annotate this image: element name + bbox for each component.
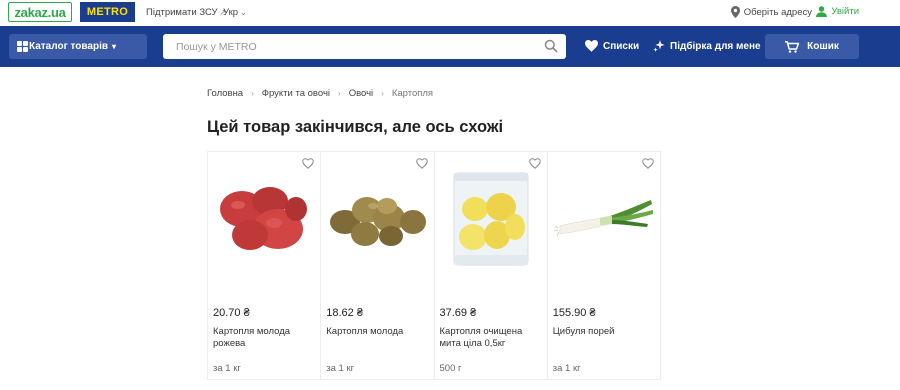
login-link[interactable]: Увійти xyxy=(816,6,859,17)
chevron-right-icon: › xyxy=(338,89,341,98)
favorite-heart-icon[interactable] xyxy=(415,158,428,169)
support-link[interactable]: Підтримати ЗСУ ↗ xyxy=(146,7,226,18)
product-card[interactable]: 37.69 ₴ Картопля очищена мита ціла 0,5кг… xyxy=(435,152,548,379)
lists-label: Списки xyxy=(603,40,640,52)
product-price: 18.62 ₴ xyxy=(326,307,363,319)
product-image-red-potatoes[interactable] xyxy=(208,170,320,268)
catalog-label: Каталог товарів xyxy=(29,41,109,52)
cart-button[interactable]: Кошик xyxy=(765,34,859,59)
metro-logo-text: METRO xyxy=(86,6,129,18)
cart-icon xyxy=(785,40,800,53)
support-link-label: Підтримати ЗСУ xyxy=(146,7,218,18)
grid-icon xyxy=(17,41,28,52)
heart-icon xyxy=(585,40,598,52)
product-name[interactable]: Цибуля порей xyxy=(553,326,653,338)
product-unit: 500 г xyxy=(439,363,462,374)
product-image-young-potatoes[interactable] xyxy=(321,170,433,268)
main-nav-bar: Каталог товарів ▾ Списки Підбірка для ме… xyxy=(0,26,900,67)
metro-logo[interactable]: METRO xyxy=(80,2,135,22)
address-label: Оберіть адресу xyxy=(743,6,812,18)
chevron-down-icon: ⌄ xyxy=(240,8,247,17)
catalog-button[interactable]: Каталог товарів ▾ xyxy=(9,34,147,59)
product-unit: за 1 кг xyxy=(326,363,355,374)
picks-for-me-link[interactable]: Підбірка для мене xyxy=(653,40,761,52)
product-name[interactable]: Картопля молода рожева xyxy=(213,326,313,350)
chevron-down-icon: ▾ xyxy=(112,42,117,51)
product-unit: за 1 кг xyxy=(552,363,581,374)
breadcrumb-vegetables[interactable]: Овочі xyxy=(349,88,373,99)
user-icon xyxy=(816,6,828,17)
product-card[interactable]: 18.62 ₴ Картопля молода за 1 кг xyxy=(321,152,435,379)
breadcrumb: Головна › Фрукти та овочі › Овочі › Карт… xyxy=(207,88,433,99)
chevron-right-icon: › xyxy=(251,89,254,98)
location-pin-icon xyxy=(730,6,740,18)
page-title: Цей товар закінчився, але ось схожі xyxy=(207,118,504,136)
favorite-heart-icon[interactable] xyxy=(302,158,315,169)
favorite-heart-icon[interactable] xyxy=(642,158,654,169)
zakaz-logo-text: zakaz.ua xyxy=(14,4,66,20)
product-image-leek[interactable] xyxy=(548,170,660,268)
chevron-right-icon: › xyxy=(381,89,384,98)
login-label: Увійти xyxy=(831,6,859,17)
search-icon[interactable] xyxy=(544,39,558,53)
breadcrumb-home[interactable]: Головна xyxy=(207,88,243,99)
product-price: 20.70 ₴ xyxy=(213,307,250,319)
language-label: Укр xyxy=(223,7,239,18)
product-image-peeled-potatoes-bag[interactable] xyxy=(435,170,547,268)
picks-label: Підбірка для мене xyxy=(670,40,761,52)
breadcrumb-current: Картопля xyxy=(391,88,434,99)
product-name[interactable]: Картопля молода xyxy=(326,326,426,338)
product-card[interactable]: 20.70 ₴ Картопля молода рожева за 1 кг xyxy=(208,152,322,379)
product-grid: 20.70 ₴ Картопля молода рожева за 1 кг 1… xyxy=(207,151,661,380)
favorite-heart-icon[interactable] xyxy=(528,158,541,169)
product-name[interactable]: Картопля очищена мита ціла 0,5кг xyxy=(440,326,540,350)
address-selector[interactable]: Оберіть адресу xyxy=(730,6,812,18)
top-bar: zakaz.ua METRO Підтримати ЗСУ ↗ Укр ⌄ Обер… xyxy=(0,0,900,26)
lists-link[interactable]: Списки xyxy=(585,40,639,52)
product-card[interactable]: 155.90 ₴ Цибуля порей за 1 кг xyxy=(548,152,661,379)
sparkle-icon xyxy=(653,40,665,52)
product-price: 37.69 ₴ xyxy=(439,307,477,319)
language-selector[interactable]: Укр ⌄ xyxy=(223,7,247,18)
zakaz-logo[interactable]: zakaz.ua xyxy=(8,2,72,22)
cart-label: Кошик xyxy=(807,41,839,52)
search-input[interactable] xyxy=(163,34,566,59)
product-unit: за 1 кг xyxy=(213,363,241,374)
breadcrumb-fruits-vegetables[interactable]: Фрукти та овочі xyxy=(262,88,330,99)
product-price: 155.90 ₴ xyxy=(552,307,596,319)
